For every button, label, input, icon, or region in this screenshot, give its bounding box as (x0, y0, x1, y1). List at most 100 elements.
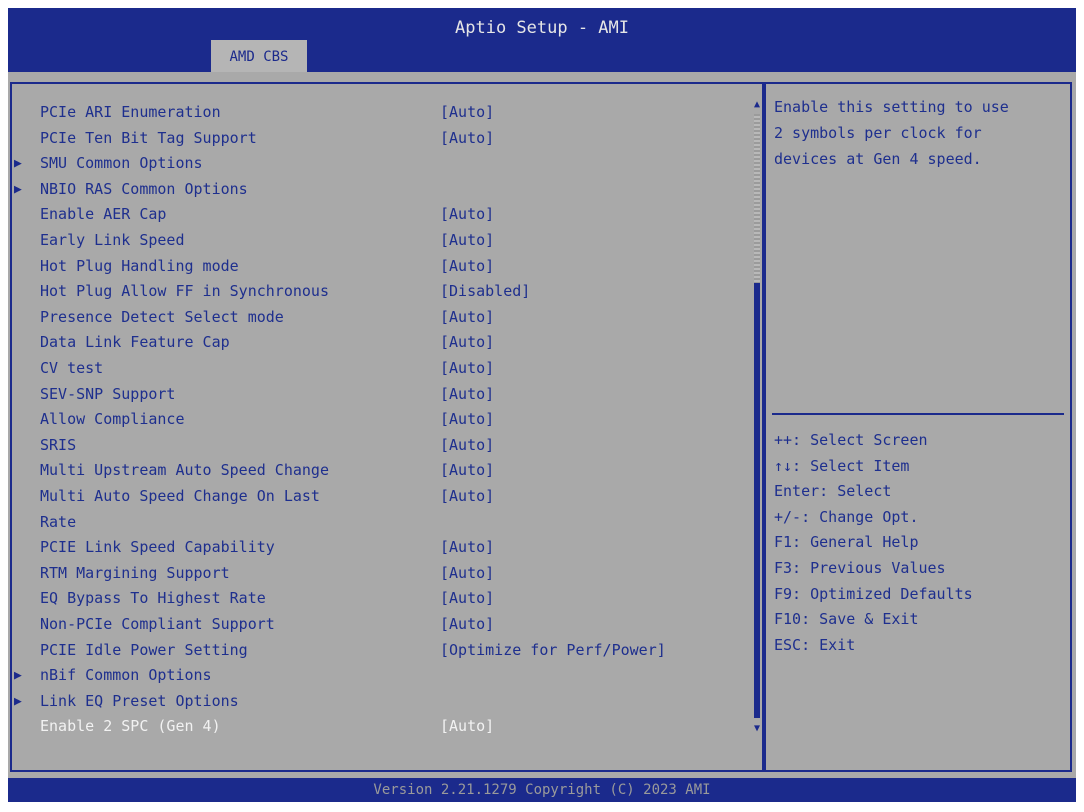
setting-row[interactable]: PCIE Link Speed Capability [Auto] (12, 535, 732, 560)
setting-label: Presence Detect Select mode (40, 307, 284, 326)
help-line: 2 symbols per clock for (774, 124, 982, 142)
key-select-item: ↑↓: Select Item (774, 456, 910, 475)
submenu-item[interactable]: ▶ nBif Common Options (12, 663, 732, 688)
tab-amd-cbs[interactable]: AMD CBS (211, 40, 307, 72)
title-bar: Aptio Setup - AMI AMD CBS (8, 8, 1076, 72)
submenu-item[interactable]: ▶ NBIO RAS Common Options (12, 177, 732, 202)
setting-value[interactable]: [Auto] (440, 254, 494, 279)
setting-label: SMU Common Options (40, 154, 203, 173)
setting-label: nBif Common Options (40, 666, 212, 685)
key-general-help: F1: General Help (774, 533, 919, 552)
setting-label: SRIS (40, 435, 77, 454)
submenu-arrow-icon: ▶ (14, 181, 22, 197)
setting-label: Rate (40, 512, 77, 531)
submenu-item[interactable]: ▶ Link EQ Preset Options (12, 689, 732, 714)
setting-label: Link EQ Preset Options (40, 691, 239, 710)
setting-value[interactable]: [Auto] (440, 407, 494, 432)
setting-row[interactable]: Data Link Feature Cap [Auto] (12, 330, 732, 355)
setting-row[interactable]: CV test [Auto] (12, 356, 732, 381)
scroll-track[interactable] (754, 114, 760, 718)
scroll-thumb[interactable] (754, 283, 760, 718)
setting-value[interactable]: [Auto] (440, 612, 494, 637)
key-previous-values: F3: Previous Values (774, 558, 946, 577)
setting-value[interactable]: [Auto] (440, 330, 494, 355)
footer-bar: Version 2.21.1279 Copyright (C) 2023 AMI (8, 778, 1076, 802)
setting-row[interactable]: Early Link Speed [Auto] (12, 228, 732, 253)
setting-label: Allow Compliance (40, 410, 185, 429)
scrollbar[interactable]: ▲ ▼ (752, 98, 762, 738)
setting-row[interactable]: Presence Detect Select mode [Auto] (12, 305, 732, 330)
help-line: Enable this setting to use (774, 98, 1009, 116)
setting-label: PCIE Idle Power Setting (40, 640, 248, 659)
setting-label: RTM Margining Support (40, 563, 230, 582)
setting-label: Enable AER Cap (40, 205, 167, 224)
setting-label: PCIe ARI Enumeration (40, 103, 221, 121)
setting-label: Multi Upstream Auto Speed Change (40, 461, 329, 480)
help-line: devices at Gen 4 speed. (774, 150, 982, 168)
setting-label: EQ Bypass To Highest Rate (40, 589, 266, 608)
setting-row[interactable]: EQ Bypass To Highest Rate [Auto] (12, 586, 732, 611)
help-panel: Enable this setting to use 2 symbols per… (764, 82, 1072, 772)
setting-value[interactable]: [Auto] (440, 433, 494, 458)
setting-value[interactable]: [Auto] (440, 561, 494, 586)
submenu-arrow-icon: ▶ (14, 156, 22, 172)
setting-value[interactable]: [Auto] (440, 228, 494, 253)
setting-row[interactable]: Multi Auto Speed Change On Last [Auto] (12, 484, 732, 509)
help-description: Enable this setting to use 2 symbols per… (774, 94, 1064, 172)
setting-label: Data Link Feature Cap (40, 333, 230, 352)
setting-value[interactable]: [Auto] (440, 714, 494, 739)
setting-row[interactable]: Multi Upstream Auto Speed Change [Auto] (12, 458, 732, 483)
setting-value[interactable]: [Disabled] (440, 279, 530, 304)
setting-value[interactable]: [Auto] (440, 100, 494, 125)
setting-value[interactable]: [Auto] (440, 305, 494, 330)
setting-row[interactable]: Hot Plug Allow FF in Synchronous [Disable… (12, 279, 732, 304)
setting-label: Early Link Speed (40, 231, 185, 249)
setting-row[interactable]: Hot Plug Handling mode [Auto] (12, 254, 732, 279)
setting-value[interactable]: [Auto] (440, 382, 494, 407)
setting-row[interactable]: PCIE Idle Power Setting [Optimize for Per… (12, 638, 732, 663)
setting-row[interactable]: Enable AER Cap [Auto] (12, 202, 732, 227)
setting-label: Multi Auto Speed Change On Last (40, 487, 320, 505)
setting-label: Non-PCIe Compliant Support (40, 615, 275, 633)
key-select-screen: ++: Select Screen (774, 431, 928, 449)
setting-row[interactable]: SEV-SNP Support [Auto] (12, 382, 732, 407)
setting-row[interactable]: RTM Margining Support [Auto] (12, 561, 732, 586)
setting-value[interactable]: [Optimize for Perf/Power] (440, 638, 666, 663)
submenu-item[interactable]: ▶ SMU Common Options (12, 151, 732, 176)
scroll-up-arrow-icon[interactable]: ▲ (752, 98, 762, 112)
help-divider (772, 413, 1064, 415)
key-save-exit: F10: Save & Exit (774, 610, 919, 629)
setting-value[interactable]: [Auto] (440, 458, 494, 483)
setting-label: Hot Plug Allow FF in Synchronous (40, 282, 329, 301)
setting-label: Enable 2 SPC (Gen 4) (40, 717, 221, 736)
setting-row[interactable]: Allow Compliance [Auto] (12, 407, 732, 432)
setting-row[interactable]: Rate (12, 510, 732, 535)
submenu-arrow-icon: ▶ (14, 693, 22, 709)
setting-label: PCIe Ten Bit Tag Support (40, 128, 257, 147)
setting-label: SEV-SNP Support (40, 384, 176, 403)
setting-label: PCIE Link Speed Capability (40, 538, 275, 557)
setting-row[interactable]: SRIS [Auto] (12, 433, 732, 458)
setting-value[interactable]: [Auto] (440, 535, 494, 560)
key-change-opt: +/-: Change Opt. (774, 507, 919, 526)
submenu-arrow-icon: ▶ (14, 668, 22, 684)
settings-panel: PCIe ARI Enumeration [Auto] PCIe Ten Bit T… (10, 82, 764, 772)
scroll-down-arrow-icon[interactable]: ▼ (752, 722, 762, 736)
setting-label: NBIO RAS Common Options (40, 179, 248, 198)
setting-row[interactable]: PCIe ARI Enumeration [Auto] (12, 100, 732, 125)
setting-value[interactable]: [Auto] (440, 356, 494, 381)
setting-row[interactable]: Non-PCIe Compliant Support [Auto] (12, 612, 732, 637)
setting-value[interactable]: [Auto] (440, 202, 494, 227)
version-text: Version 2.21.1279 Copyright (C) 2023 AMI (373, 782, 711, 798)
key-legend: ++: Select Screen ↑↓: Select Item Enter:… (774, 428, 973, 658)
setting-value[interactable]: [Auto] (440, 126, 494, 151)
setting-value[interactable]: [Auto] (440, 484, 494, 509)
bios-screen: Aptio Setup - AMI AMD CBS PCIe ARI Enume… (8, 8, 1076, 802)
key-exit: ESC: Exit (774, 635, 856, 654)
setting-row[interactable]: Enable 2 SPC (Gen 4) [Auto] (12, 714, 732, 739)
setting-value[interactable]: [Auto] (440, 586, 494, 611)
key-enter-select: Enter: Select (774, 482, 892, 501)
app-title: Aptio Setup - AMI (455, 18, 629, 38)
setting-row[interactable]: PCIe Ten Bit Tag Support [Auto] (12, 126, 732, 151)
setting-label: CV test (40, 359, 104, 377)
